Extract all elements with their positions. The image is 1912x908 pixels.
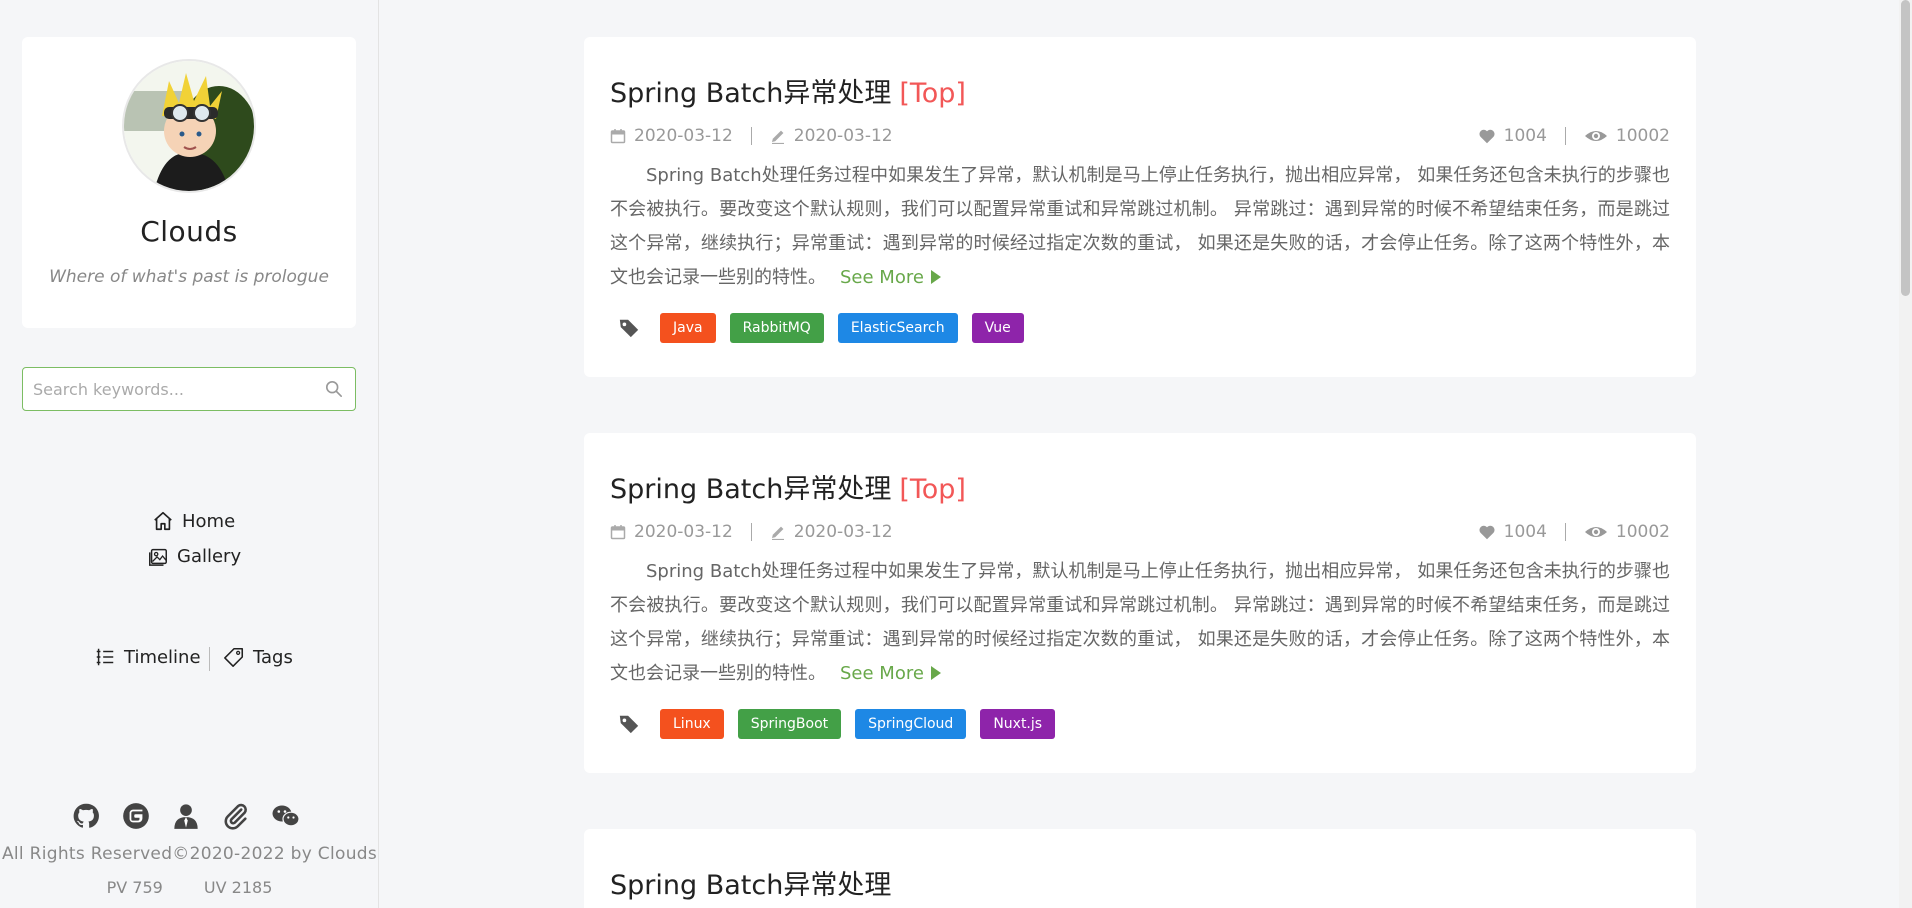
gallery-icon: [149, 548, 167, 566]
top-badge: [Top]: [899, 78, 966, 109]
avatar-image: [124, 61, 254, 191]
scrollbar-thumb[interactable]: [1901, 0, 1910, 296]
updated-date: 2020-03-12: [793, 126, 893, 146]
caret-right-icon: [930, 666, 941, 680]
profile-card: Clouds Where of what's past is prologue: [22, 37, 356, 328]
post-excerpt-text: Spring Batch处理任务过程中如果发生了异常，默认机制是马上停止任务执行…: [610, 561, 1670, 684]
created-date: 2020-03-12: [634, 522, 733, 542]
post-tags: Java RabbitMQ ElasticSearch Vue: [618, 313, 1024, 343]
social-links: [72, 802, 300, 830]
unique-visitors: UV 2185: [203, 878, 273, 897]
tag-elasticsearch[interactable]: ElasticSearch: [837, 313, 958, 343]
scrollbar[interactable]: [1899, 0, 1912, 908]
see-more-label: See More: [840, 663, 924, 684]
author-motto: Where of what's past is prologue: [49, 267, 329, 287]
post-excerpt: Spring Batch处理任务过程中如果发生了异常，默认机制是马上停止任务执行…: [610, 555, 1670, 691]
tag-java[interactable]: Java: [660, 313, 716, 343]
post-excerpt: Spring Batch处理任务过程中如果发生了异常，默认机制是马上停止任务执行…: [610, 159, 1670, 295]
caret-right-icon: [930, 270, 941, 284]
meta-divider: [750, 523, 752, 541]
nav-tags[interactable]: Tags: [223, 646, 293, 668]
post-title[interactable]: Spring Batch异常处理 [Top]: [610, 467, 966, 506]
tag-springboot[interactable]: SpringBoot: [737, 709, 842, 739]
post-stats: 1004 10002: [1478, 126, 1670, 146]
tag-vue[interactable]: Vue: [971, 313, 1024, 343]
see-more-label: See More: [840, 267, 924, 288]
avatar[interactable]: [122, 59, 256, 193]
tag-outline-icon: [224, 647, 244, 667]
nav-timeline[interactable]: Timeline: [94, 646, 201, 668]
tag-icon: [619, 319, 639, 338]
nav-gallery-label: Gallery: [177, 545, 242, 567]
created-date: 2020-03-12: [634, 126, 733, 146]
home-icon: [154, 511, 172, 531]
copyright: All Rights Reserved©2020-2022 by Clouds: [1, 844, 378, 864]
see-more-link[interactable]: See More: [840, 267, 942, 288]
post-dates: 2020-03-12 2020-03-12: [610, 126, 893, 146]
tag-rabbitmq[interactable]: RabbitMQ: [729, 313, 824, 343]
meta-divider: [1564, 127, 1566, 145]
gitee-icon[interactable]: [122, 802, 150, 830]
post-title[interactable]: Spring Batch异常处理 [Top]: [610, 71, 966, 110]
nav-tags-label: Tags: [253, 646, 293, 668]
updated-date: 2020-03-12: [793, 522, 893, 542]
nav-gallery[interactable]: Gallery: [147, 545, 241, 567]
meta-divider: [750, 127, 752, 145]
tag-linux[interactable]: Linux: [660, 709, 724, 739]
heart-icon: [1479, 129, 1495, 144]
view-count: 10002: [1615, 522, 1670, 542]
post-card: Spring Batch异常处理: [584, 829, 1696, 908]
post-title-text[interactable]: Spring Batch异常处理: [610, 474, 891, 505]
tag-nuxtjs[interactable]: Nuxt.js: [980, 709, 1056, 739]
eye-icon: [1584, 527, 1607, 537]
page-views: PV 759: [106, 878, 163, 897]
timeline-icon: [96, 648, 114, 666]
heart-icon: [1479, 525, 1495, 540]
post-excerpt-text: Spring Batch处理任务过程中如果发生了异常，默认机制是马上停止任务执行…: [610, 165, 1670, 288]
tag-springcloud[interactable]: SpringCloud: [855, 709, 967, 739]
meta-divider: [1564, 523, 1566, 541]
wechat-icon[interactable]: [272, 802, 300, 830]
post-card: Spring Batch异常处理 [Top] 2020-03-12 2020-03…: [584, 433, 1696, 773]
view-count: 10002: [1615, 126, 1670, 146]
post-title[interactable]: Spring Batch异常处理: [610, 863, 891, 902]
post-title-text[interactable]: Spring Batch异常处理: [610, 78, 891, 109]
sidebar: Clouds Where of what's past is prologue …: [0, 0, 379, 908]
post-title-text[interactable]: Spring Batch异常处理: [610, 870, 891, 901]
like-count: 1004: [1503, 522, 1547, 542]
nav-home-label: Home: [182, 510, 236, 532]
eye-icon: [1584, 131, 1607, 141]
post-card: Spring Batch异常处理 [Top] 2020-03-12 2020-03…: [584, 37, 1696, 377]
search-icon[interactable]: [325, 380, 343, 398]
see-more-link[interactable]: See More: [840, 663, 942, 684]
nav-home[interactable]: Home: [152, 510, 235, 532]
pencil-icon: [771, 130, 784, 144]
like-count: 1004: [1503, 126, 1547, 146]
search-box: [22, 367, 356, 411]
calendar-icon: [610, 525, 626, 540]
tag-icon: [619, 715, 639, 734]
search-input[interactable]: [33, 368, 323, 410]
user-icon[interactable]: [172, 802, 200, 830]
link-icon[interactable]: [222, 802, 250, 830]
calendar-icon: [610, 129, 626, 144]
visit-stats: PV 759 UV 2185: [0, 878, 379, 897]
nav-timeline-label: Timeline: [124, 646, 201, 668]
post-tags: Linux SpringBoot SpringCloud Nuxt.js: [618, 709, 1056, 739]
post-dates: 2020-03-12 2020-03-12: [610, 522, 893, 542]
pencil-icon: [771, 526, 784, 540]
top-badge: [Top]: [899, 474, 966, 505]
github-icon[interactable]: [72, 802, 100, 830]
author-name: Clouds: [140, 215, 238, 248]
nav-divider: [209, 647, 210, 671]
post-stats: 1004 10002: [1478, 522, 1670, 542]
